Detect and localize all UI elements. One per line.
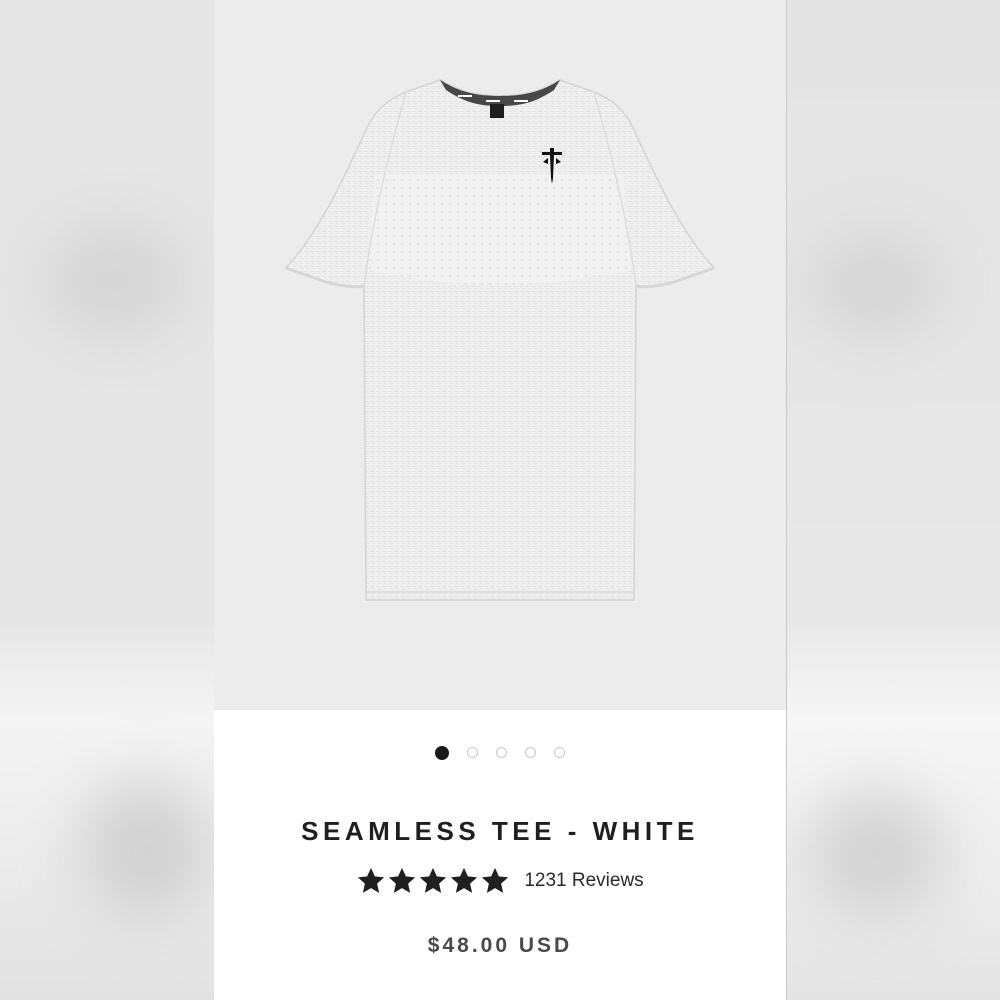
background-blur <box>806 790 946 920</box>
star-rating <box>356 866 510 896</box>
product-title: SEAMLESS TEE - WHITE <box>301 816 699 846</box>
star-icon <box>451 867 478 893</box>
pagination-dot[interactable] <box>525 747 536 758</box>
star-icon <box>482 867 509 893</box>
star-icon <box>358 867 385 893</box>
pagination-dot-active[interactable] <box>435 746 449 760</box>
background-blur <box>40 220 190 340</box>
product-card: SEAMLESS TEE - WHITE 1231 Reviews $48.00… <box>214 0 786 1000</box>
product-price: $48.00 USD <box>427 934 573 957</box>
frame-divider <box>786 0 787 1000</box>
reviews-count[interactable]: 1231 Reviews <box>524 870 643 892</box>
nail-logo-icon <box>542 148 562 184</box>
tee-illustration <box>284 79 716 601</box>
background-blur <box>80 780 210 920</box>
star-icon <box>389 867 416 893</box>
product-image[interactable] <box>214 0 786 710</box>
pagination-dot[interactable] <box>554 747 565 758</box>
pagination-dot[interactable] <box>496 747 507 758</box>
background-blur <box>806 230 946 340</box>
pagination-dot[interactable] <box>467 747 478 758</box>
gallery-pagination <box>214 746 786 763</box>
background-right <box>786 0 1000 1000</box>
product-rating[interactable]: 1231 Reviews <box>214 866 786 896</box>
background-left <box>0 0 214 1000</box>
star-icon <box>420 867 447 893</box>
